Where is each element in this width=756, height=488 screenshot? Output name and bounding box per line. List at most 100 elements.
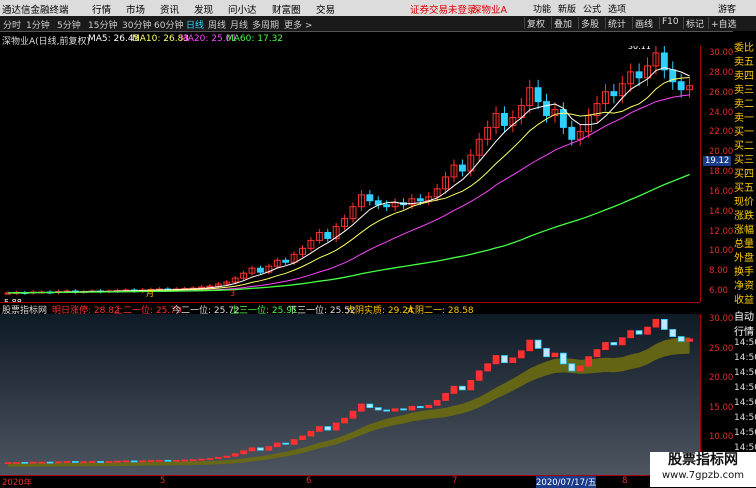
add-watchlist-button[interactable]: +自选 [708,17,739,30]
menu-item[interactable]: 财富圈 [272,2,301,16]
tab-more[interactable]: 更多 > [284,18,312,31]
tab-1min[interactable]: 1分钟 [26,18,50,31]
f10-button[interactable]: F10 [659,17,681,29]
indicator-candle [198,458,205,461]
marker-three: 3 [230,289,235,298]
func-button[interactable]: 功能 [533,2,551,15]
candle-body [568,126,576,140]
candle-body [256,267,264,273]
indicator-tick: 25.00 [709,343,734,354]
quote-label: 卖一 [734,113,754,124]
marker-month: 月 [146,289,154,298]
tab-multi[interactable]: 多周期 [252,18,279,31]
candle-body [282,259,290,263]
tab-timeshare[interactable]: 分时 [3,18,21,31]
tab-5min[interactable]: 5分钟 [57,18,81,31]
indicator-candle [21,461,29,464]
indicator-candle [551,352,559,358]
tick-time: 14:50 [734,338,756,348]
tick-time: 自动 [734,312,754,323]
date-tick: 8 [622,476,628,486]
indicator-candle [686,338,693,342]
quote-label: 委比 [734,43,754,54]
login-warning[interactable]: 证券交易未登录 [410,2,477,16]
candle-body [206,285,214,288]
indicator-candle [341,417,348,424]
quote-label: 净资 [734,281,754,292]
tab-60min[interactable]: 60分钟 [154,18,183,31]
overlay-button[interactable]: 叠加 [551,17,574,30]
indicator-candle [517,350,525,359]
new-button[interactable]: 新版 [558,2,576,15]
menu-item[interactable]: 行情 [92,2,111,16]
indicator-candle [602,342,609,351]
price-tick: 12.00 [709,226,734,237]
indicator-candle [358,403,365,412]
draw-button[interactable]: 画线 [632,17,655,30]
indicator-candle [618,337,626,346]
watermark: 股票指标网 www.7gpzb.com [650,452,756,487]
price-tick: 22.00 [709,127,734,138]
quote-label: 换手 [734,267,754,278]
tab-weekly[interactable]: 周线 [208,18,226,31]
quote-label: 买一 [734,127,754,138]
indicator-candle [433,400,441,406]
indicator-candle [635,330,643,335]
menu-item[interactable]: 问小达 [228,2,257,16]
indicator-candle [206,458,214,460]
indicator-candle [475,370,483,381]
candle-body [635,71,643,79]
options-button[interactable]: 选项 [608,2,626,15]
indicator-candle [156,459,163,462]
tab-15min[interactable]: 15分钟 [88,18,117,31]
indicator-chart[interactable] [0,314,700,475]
high-label: 30.11 [628,46,651,51]
indicator-candle [484,363,491,372]
indicator-candle [501,355,508,364]
indicator-candle [55,461,62,464]
indicator-candle [172,459,180,462]
indicator-candle [509,357,517,364]
indicator-candle [560,352,567,365]
tab-monthly[interactable]: 月线 [230,18,248,31]
adjust-button[interactable]: 复权 [524,17,547,30]
tick-time: 14:50 [734,398,756,408]
candlestick-chart[interactable]: 30.115.88月3 [0,46,700,302]
candle-body [559,109,567,128]
indicator-candle [257,447,264,451]
indicator-candle [139,460,146,463]
candle-body [534,87,542,103]
tick-time: 14:50 [734,353,756,363]
price-tick: 14.00 [709,206,734,217]
menu-item[interactable]: 交易 [316,2,335,16]
tick-time: 14:50 [734,428,756,438]
tab-30min[interactable]: 30分钟 [122,18,151,31]
tick-time: 14:50 [734,413,756,423]
guest-label[interactable]: 游客 [718,2,736,15]
multi-stock-button[interactable]: 多股 [578,17,601,30]
indicator-candle [526,339,534,352]
menu-item[interactable]: 资讯 [160,2,179,16]
quote-label: 外盘 [734,253,754,264]
indicator-candle [13,461,20,464]
watermark-title: 股票指标网 [668,452,738,468]
mark-button[interactable]: 标记 [683,17,706,30]
app-title: 通达信金融终端 [2,5,69,16]
indicator-candle [576,365,584,372]
title-bar: 通达信金融终端 行情 市场 资讯 发现 问小达 财富圈 交易 证券交易未登录 深… [0,0,756,16]
formula-button[interactable]: 公式 [583,2,601,15]
ma-info-bar: 深物业A(日线,前复权) MA5: 26.45 MA10: 26.83 MA20… [0,33,700,47]
price-tick: 16.00 [709,186,734,197]
indicator-candle [374,407,382,411]
indicator-candle [130,460,138,463]
indicator-candle [416,406,424,409]
menu-item[interactable]: 发现 [194,2,213,16]
menu-item[interactable]: 市场 [126,2,145,16]
candle-body [324,232,332,239]
indicator-candle [585,356,592,367]
tick-panel: 自动行情14:5014:5014:5014:5014:5014:5014:501… [733,302,756,477]
candle-body [366,194,374,202]
tab-daily[interactable]: 日线 [186,18,204,31]
stats-button[interactable]: 统计 [605,17,628,30]
indicator-candle [307,430,315,437]
